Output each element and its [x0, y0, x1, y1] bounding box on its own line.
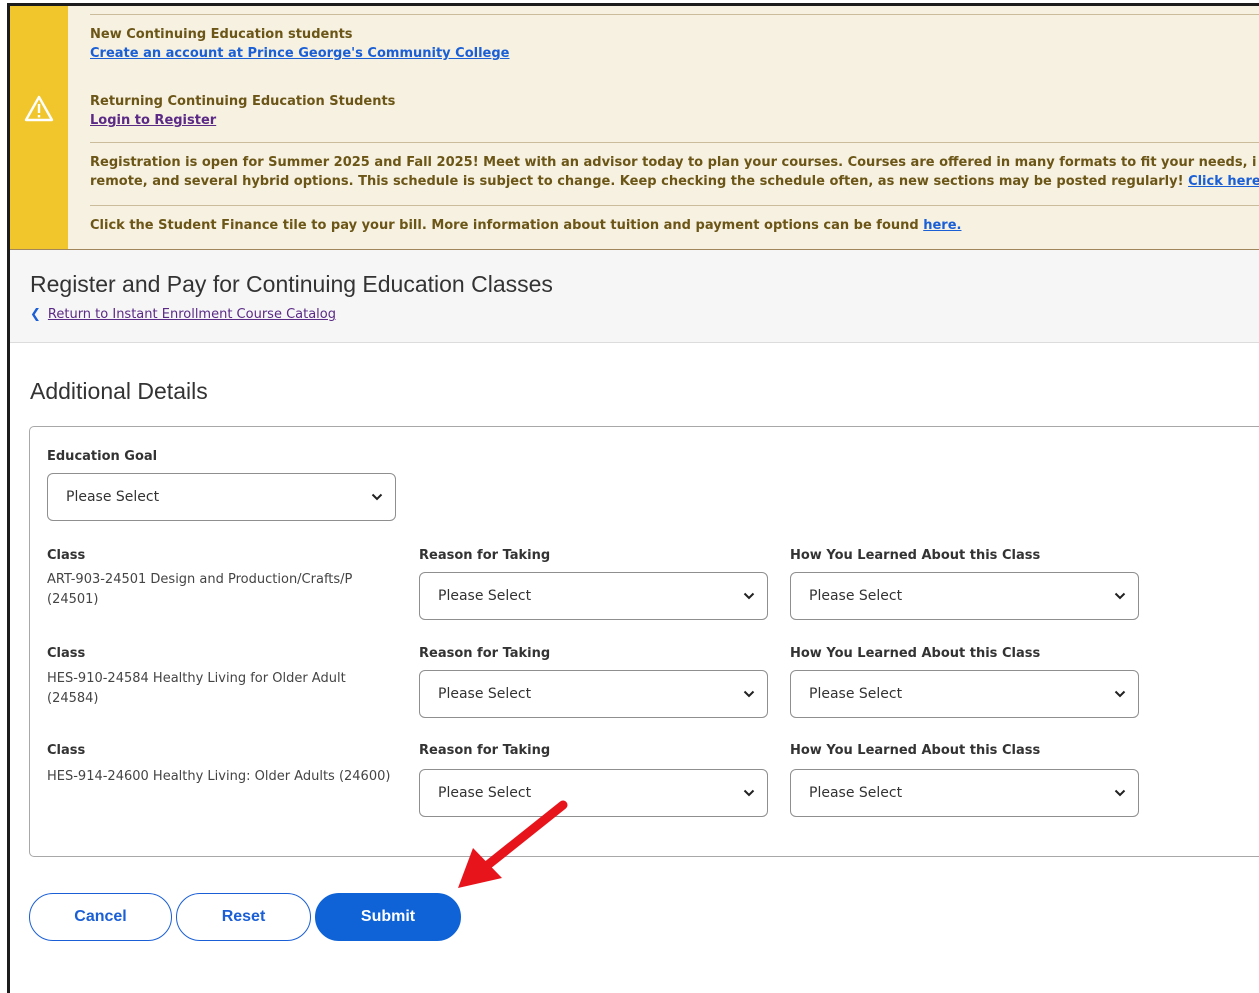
class-label: Class [47, 548, 86, 563]
learned-value: Please Select [809, 785, 903, 801]
reason-select[interactable]: Please Select [419, 572, 768, 620]
learned-label: How You Learned About this Class [790, 743, 1041, 758]
alert-stripe [10, 6, 68, 249]
chevron-down-icon [1114, 592, 1126, 600]
reset-button[interactable]: Reset [176, 893, 311, 941]
reason-label: Reason for Taking [419, 646, 551, 661]
alert-new-students: New Continuing Education students Create… [90, 14, 1259, 63]
page-header: Register and Pay for Continuing Educatio… [10, 250, 1259, 343]
finance-here-link[interactable]: here. [923, 218, 961, 233]
class-name: ART-903-24501 Design and Production/Craf… [47, 572, 353, 607]
chevron-down-icon [743, 592, 755, 600]
education-goal-label: Education Goal [47, 449, 158, 464]
return-to-catalog-link[interactable]: ❮ Return to Instant Enrollment Course Cat… [30, 307, 336, 322]
alert-returning-students: Returning Continuing Education Students … [90, 92, 1259, 130]
learned-select[interactable]: Please Select [790, 769, 1139, 817]
reason-label: Reason for Taking [419, 548, 551, 563]
chevron-down-icon [743, 789, 755, 797]
alert-finance-info: Click the Student Finance tile to pay yo… [90, 205, 1259, 235]
chevron-down-icon [1114, 789, 1126, 797]
learned-select[interactable]: Please Select [790, 670, 1139, 718]
warning-triangle-icon [24, 95, 54, 122]
chevron-down-icon [743, 690, 755, 698]
chevron-down-icon [1114, 690, 1126, 698]
chevron-down-icon [371, 493, 383, 501]
reason-value: Please Select [438, 588, 532, 604]
cancel-button[interactable]: Cancel [29, 893, 172, 941]
registration-text-line2: remote, and several hybrid options. This… [90, 174, 1184, 189]
return-to-catalog-label[interactable]: Return to Instant Enrollment Course Cata… [48, 307, 336, 322]
page-title: Register and Pay for Continuing Educatio… [30, 271, 553, 297]
chevron-left-icon: ❮ [30, 307, 41, 322]
submit-button[interactable]: Submit [315, 893, 461, 941]
new-students-heading: New Continuing Education students [90, 27, 353, 42]
alert-content: New Continuing Education students Create… [90, 6, 1259, 249]
education-goal-value: Please Select [66, 489, 160, 505]
reason-value: Please Select [438, 686, 532, 702]
click-here-link[interactable]: Click here [1188, 174, 1259, 189]
education-goal-select[interactable]: Please Select [47, 473, 396, 521]
learned-value: Please Select [809, 588, 903, 604]
alert-banner: New Continuing Education students Create… [10, 6, 1259, 250]
alert-registration-info: Registration is open for Summer 2025 and… [90, 142, 1259, 191]
learned-label: How You Learned About this Class [790, 646, 1041, 661]
create-account-link[interactable]: Create an account at Prince George's Com… [90, 46, 510, 61]
login-link[interactable]: Login to Register [90, 113, 216, 128]
reason-select[interactable]: Please Select [419, 670, 768, 718]
class-name: HES-914-24600 Healthy Living: Older Adul… [47, 769, 391, 784]
class-label: Class [47, 646, 86, 661]
learned-label: How You Learned About this Class [790, 548, 1041, 563]
returning-heading: Returning Continuing Education Students [90, 94, 396, 109]
learned-select[interactable]: Please Select [790, 572, 1139, 620]
class-name: HES-910-24584 Healthy Living for Older A… [47, 671, 346, 706]
finance-text: Click the Student Finance tile to pay yo… [90, 218, 919, 233]
class-label: Class [47, 743, 86, 758]
learned-value: Please Select [809, 686, 903, 702]
reason-label: Reason for Taking [419, 743, 551, 758]
section-title: Additional Details [30, 378, 208, 404]
red-arrow-annotation [458, 800, 568, 888]
registration-text-line1: Registration is open for Summer 2025 and… [90, 155, 1257, 170]
